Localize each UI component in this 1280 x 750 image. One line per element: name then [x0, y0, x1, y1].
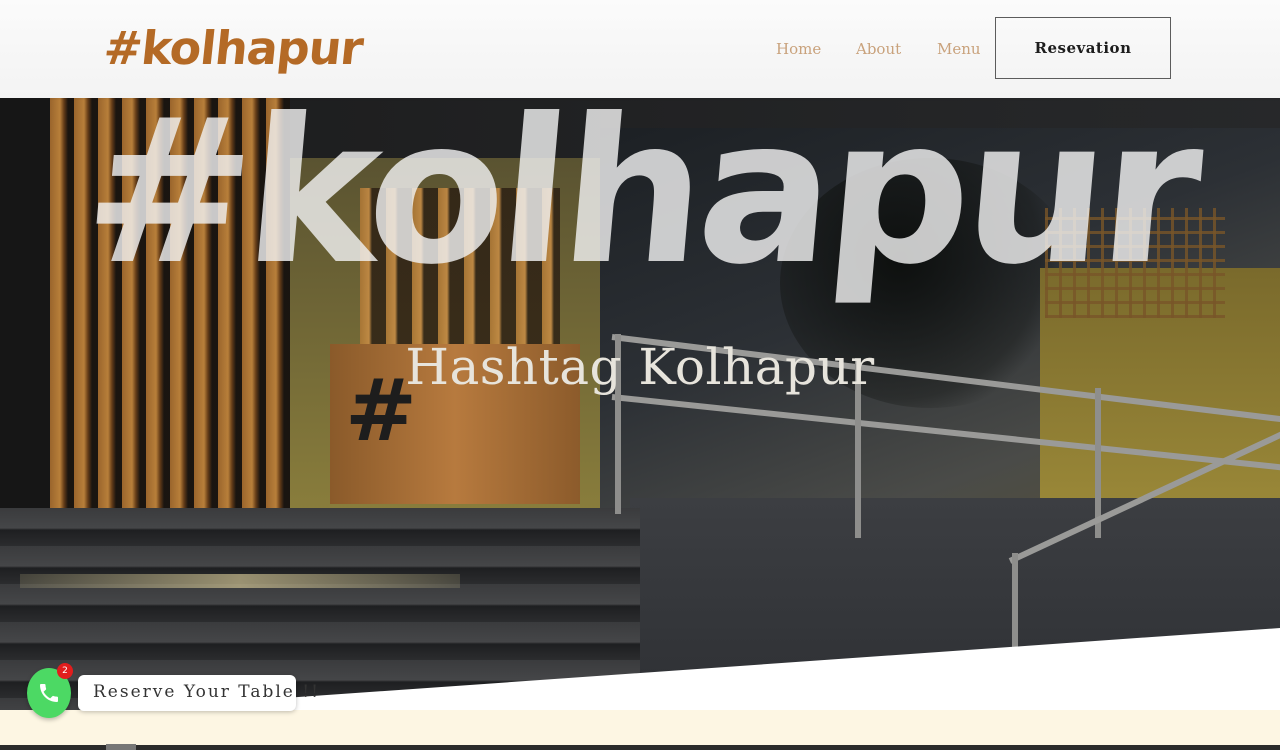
site-header: #kolhapur Home About Menu Resevation — [0, 0, 1280, 98]
hero-bg-railing-post — [1012, 553, 1018, 653]
hero-banner: # #kolhapur Hashtag Kolhapur — [0, 98, 1280, 710]
reserve-table-label[interactable]: Reserve Your Table !! — [78, 675, 318, 711]
nav-home-link[interactable]: Home — [776, 40, 821, 58]
nav-about-link[interactable]: About — [856, 40, 901, 58]
hero-script-title: #kolhapur — [75, 98, 1205, 309]
hero-subtitle: Hashtag Kolhapur — [405, 338, 875, 396]
notification-badge: 2 — [57, 663, 73, 679]
next-section-band — [0, 710, 1280, 750]
next-section-edge — [0, 745, 1280, 750]
whatsapp-phone-icon — [40, 684, 58, 702]
hero-bg-step-light — [20, 574, 460, 588]
nav-menu-link[interactable]: Menu — [937, 40, 981, 58]
next-section-marker — [106, 744, 136, 750]
brand-logo[interactable]: #kolhapur — [101, 20, 365, 76]
reservation-button[interactable]: Resevation — [995, 17, 1171, 79]
